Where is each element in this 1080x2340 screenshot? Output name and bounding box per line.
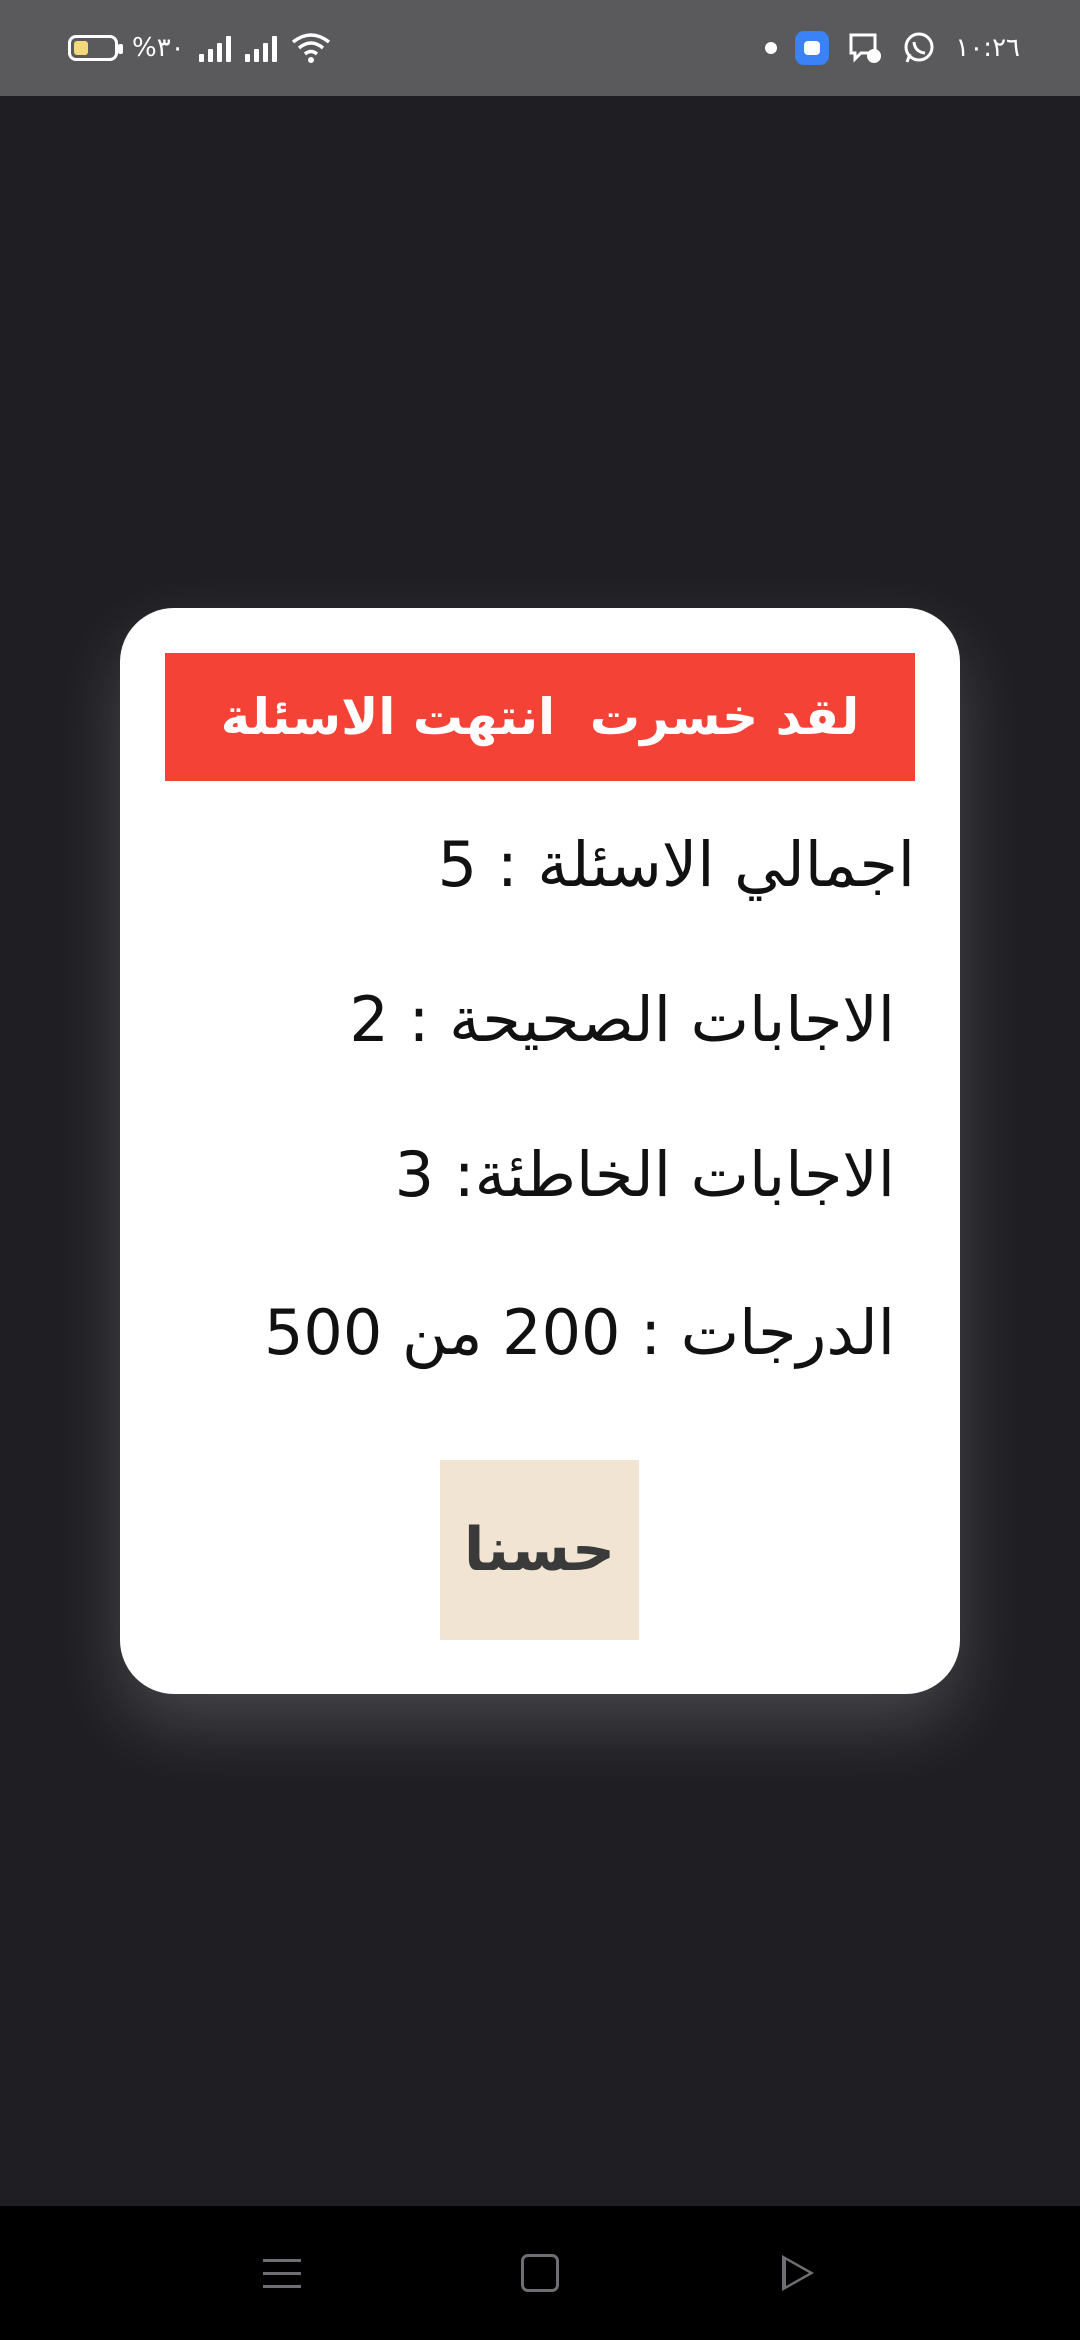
status-bar: %٣٠ ١٠:٢٦ — [0, 0, 1080, 96]
correct-answers: الاجابات الصحيحة : 2 — [349, 983, 895, 1056]
navigation-bar — [0, 2206, 1080, 2340]
notification-dot-icon — [765, 42, 778, 54]
wifi-icon — [291, 33, 330, 63]
result-dialog: لقد خسرت انتهت الاسئلة اجمالي الاسئلة : … — [120, 608, 960, 1694]
whatsapp-icon — [904, 32, 934, 63]
battery-percentage: %٣٠ — [132, 33, 185, 63]
signal-icon — [198, 34, 231, 62]
back-icon — [782, 2255, 814, 2291]
menu-icon — [263, 2258, 301, 2288]
dialog-header: لقد خسرت انتهت الاسئلة — [165, 653, 915, 781]
ok-button[interactable]: حسنا — [440, 1460, 639, 1640]
status-bar-left: %٣٠ — [68, 0, 331, 96]
signal-icon — [244, 34, 277, 62]
home-icon — [521, 2254, 559, 2292]
clock: ١٠:٢٦ — [955, 33, 1020, 63]
status-bar-right: ١٠:٢٦ — [765, 0, 1020, 96]
menu-button[interactable] — [222, 2206, 342, 2340]
score: الدرجات : 200 من 500 — [263, 1296, 895, 1369]
home-button[interactable] — [480, 2206, 600, 2340]
app-icon — [795, 31, 830, 65]
back-button[interactable] — [738, 2206, 858, 2340]
total-questions: اجمالي الاسئلة : 5 — [437, 828, 915, 901]
wrong-answers: الاجابات الخاطئة: 3 — [394, 1138, 895, 1211]
messenger-icon — [849, 33, 882, 63]
battery-icon — [68, 35, 123, 61]
